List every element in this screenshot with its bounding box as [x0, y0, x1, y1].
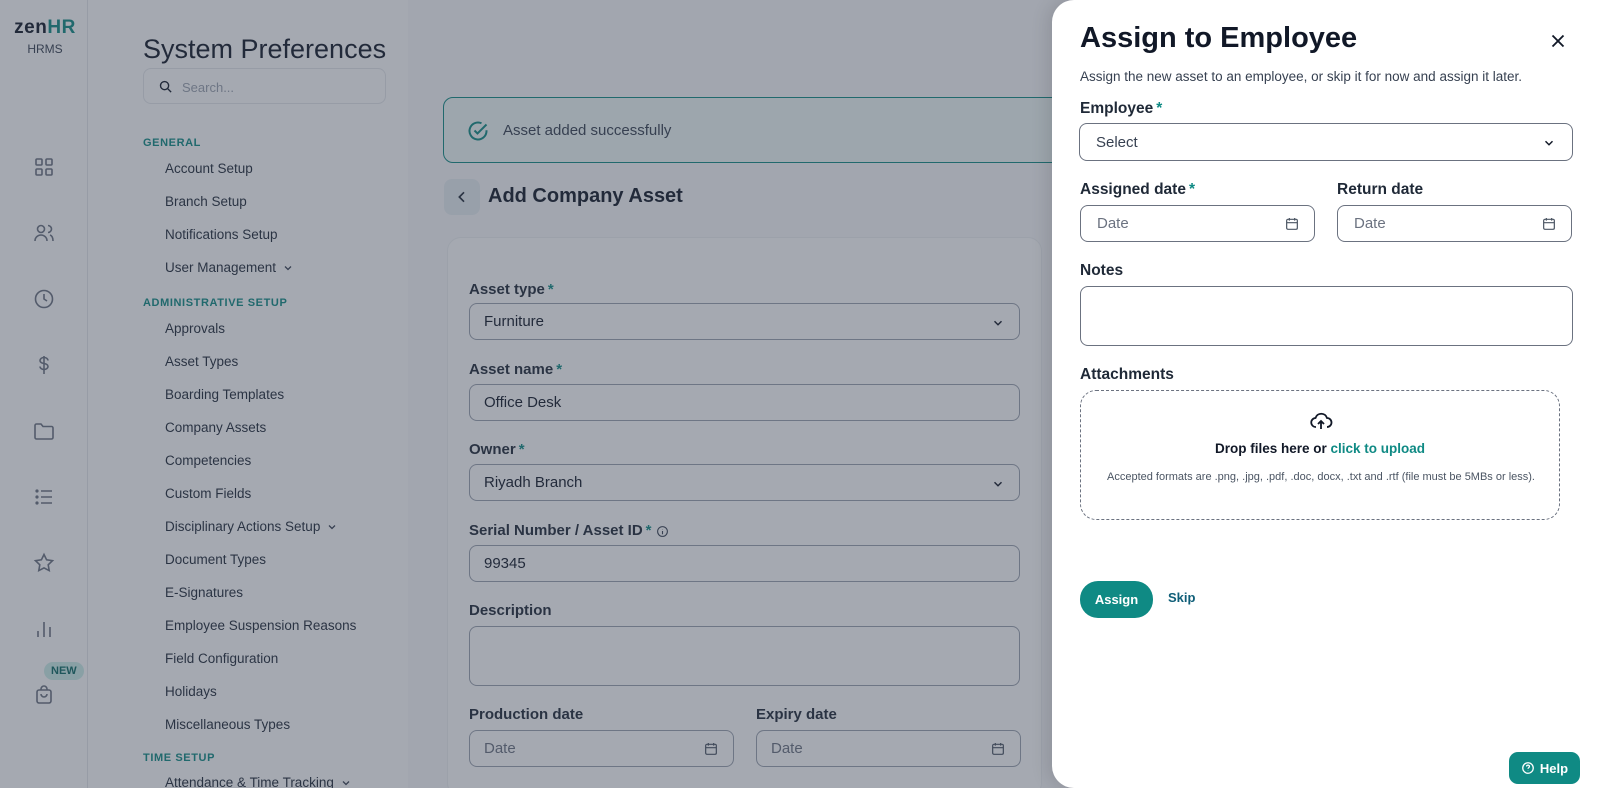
click-to-upload-link[interactable]: click to upload [1331, 441, 1426, 456]
close-icon[interactable] [1547, 30, 1569, 52]
label-text: Employee [1080, 100, 1154, 117]
upload-cloud-icon [1310, 412, 1333, 429]
required-mark: * [1188, 181, 1195, 198]
drawer-title: Assign to Employee [1080, 22, 1358, 54]
assigned-date-input[interactable]: Date [1080, 205, 1315, 242]
label-text: Assigned date [1080, 181, 1186, 198]
placeholder-text: Date [1354, 215, 1386, 232]
drop-text: Drop files here or [1214, 441, 1327, 456]
required-mark: * [1156, 100, 1163, 117]
return-date-label: Return date [1337, 181, 1424, 198]
dropzone-text: Drop files here or click to upload [1081, 441, 1559, 456]
employee-select[interactable]: Select [1079, 123, 1573, 161]
help-label: Help [1539, 760, 1569, 776]
placeholder-text: Date [1097, 215, 1129, 232]
assign-employee-drawer: Assign to Employee Assign the new asset … [1052, 0, 1600, 788]
chevron-down-icon [1544, 140, 1554, 146]
skip-button[interactable]: Skip [1168, 590, 1195, 605]
select-placeholder: Select [1096, 133, 1138, 151]
assign-button[interactable]: Assign [1080, 581, 1153, 618]
notes-label: Notes [1080, 262, 1124, 279]
help-button[interactable]: Help [1509, 752, 1580, 784]
employee-label: Employee * [1080, 100, 1162, 118]
attachments-label: Attachments [1080, 366, 1174, 383]
notes-textarea[interactable] [1080, 286, 1573, 346]
assigned-date-label: Assigned date * [1080, 181, 1195, 199]
return-date-input[interactable]: Date [1337, 205, 1572, 242]
calendar-icon [1286, 218, 1298, 230]
drawer-subtitle: Assign the new asset to an employee, or … [1080, 69, 1522, 84]
file-dropzone[interactable]: Drop files here or click to upload Accep… [1080, 390, 1560, 520]
help-circle-icon [1522, 762, 1534, 774]
calendar-icon [1543, 218, 1555, 230]
accepted-formats-note: Accepted formats are .png, .jpg, .pdf, .… [1107, 471, 1535, 483]
